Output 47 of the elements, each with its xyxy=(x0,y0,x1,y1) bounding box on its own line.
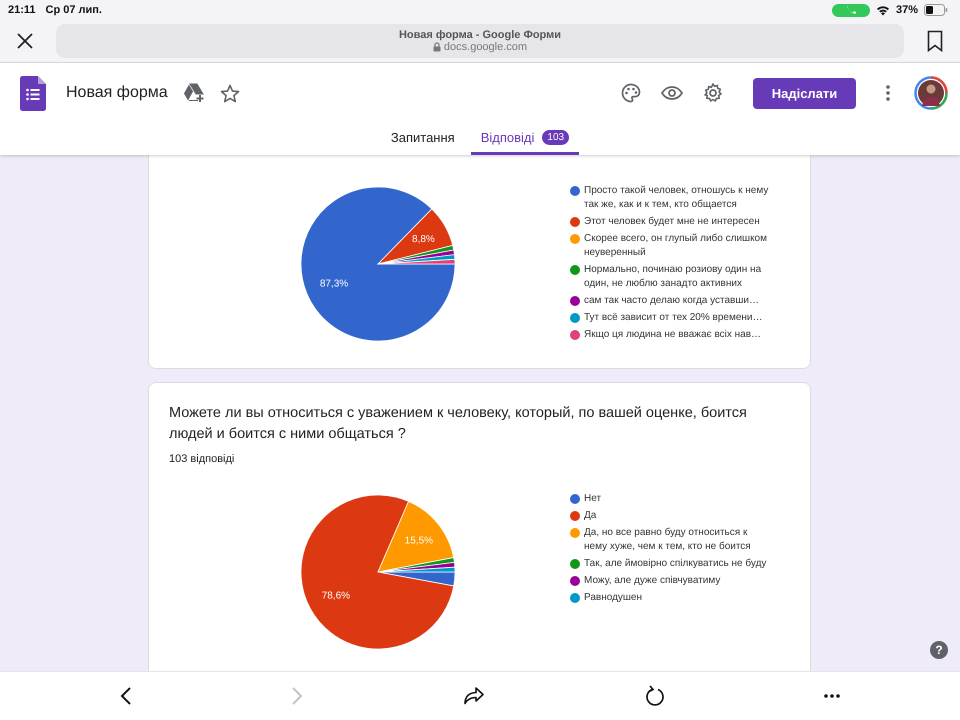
eye-icon[interactable] xyxy=(661,86,683,100)
slice-label: 8,8% xyxy=(412,234,435,245)
legend-label: Да xyxy=(584,509,598,523)
palette-icon[interactable] xyxy=(621,83,641,103)
avatar[interactable] xyxy=(914,76,948,110)
legend-label: Нет xyxy=(584,492,602,506)
legend-label: Якщо ця людина не вважає всіх нав… xyxy=(584,328,762,342)
forms-logo-icon[interactable] xyxy=(20,76,46,110)
form-title[interactable]: Новая форма xyxy=(66,84,168,102)
battery-percent: 37% xyxy=(896,4,918,16)
address-bar[interactable]: Новая форма - Google Форми docs.google.com xyxy=(56,24,904,58)
response-count-badge: 103 xyxy=(542,130,570,145)
page-title: Новая форма - Google Форми xyxy=(398,29,562,41)
legend-label: Можу, але дуже співчуватиму xyxy=(584,574,722,588)
slice-label: 78,6% xyxy=(322,590,350,602)
send-button[interactable]: Надіслати xyxy=(753,78,856,108)
lock-icon xyxy=(432,42,441,52)
legend-label: Скорее всего, он глупый либо слишком неуверенный xyxy=(584,232,768,260)
reload-icon[interactable] xyxy=(644,685,665,707)
question-title: Можете ли вы относиться с уважением к человеку, который, по вашей оценке, боится людей и боится с ними общаться ? xyxy=(168,404,748,444)
more-vert-icon[interactable] xyxy=(886,85,890,101)
phone-call-icon xyxy=(832,4,870,16)
wifi-icon xyxy=(876,4,890,16)
legend-label: Равнодушен xyxy=(584,591,644,605)
url-text: docs.google.com xyxy=(444,41,528,53)
back-icon[interactable] xyxy=(120,686,132,706)
help-button[interactable]: ? xyxy=(930,641,948,659)
bookmark-icon xyxy=(927,30,943,52)
legend-label: Так, але ймовірно спілкуватись не буду xyxy=(584,557,768,571)
legend-label: Этот человек будет мне не интересен xyxy=(584,215,761,229)
legend-label: Тут всё зависит от тех 20% времени… xyxy=(584,311,764,325)
share-icon[interactable] xyxy=(462,686,485,706)
legend-label: сам так часто делаю когда уставши… xyxy=(584,294,760,308)
star-icon[interactable] xyxy=(220,84,240,102)
close-icon xyxy=(16,32,34,50)
status-time: 21:11 xyxy=(8,4,36,16)
slice-label: 87,3% xyxy=(320,278,348,290)
battery-icon xyxy=(924,4,948,16)
response-count: 103 відповіді xyxy=(168,452,236,465)
tab[interactable]: Запитання xyxy=(380,123,465,155)
legend-label: Просто такой человек, отношусь к нему так же, как и к тем, кто общается xyxy=(584,184,770,212)
settings-icon[interactable] xyxy=(703,83,723,103)
legend-label: Да, но все равно буду относиться к нему хуже, чем к тем, кто не боится xyxy=(584,526,752,554)
more-icon[interactable] xyxy=(824,694,840,698)
slice-label: 15,5% xyxy=(404,535,434,546)
status-date: Ср 07 лип. xyxy=(46,4,102,16)
drive-add-icon[interactable] xyxy=(184,83,206,103)
